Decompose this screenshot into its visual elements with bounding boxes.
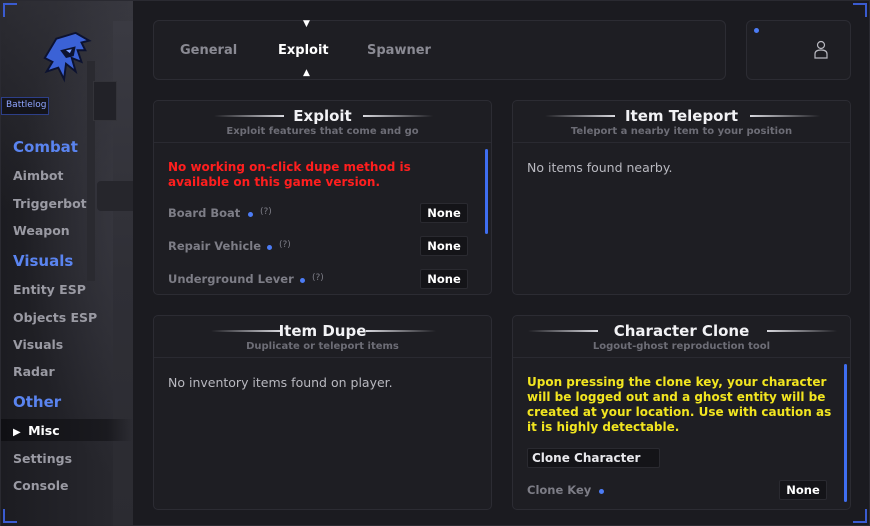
nav-item-objects-esp[interactable]: Objects ESP: [13, 310, 97, 325]
help-icon[interactable]: (?): [279, 240, 291, 250]
scrollbar[interactable]: [485, 149, 488, 234]
panel-subtitle: Teleport a nearby item to your position: [570, 126, 793, 137]
option-label: Underground Lever: [168, 272, 294, 286]
nav-item-entity-esp[interactable]: Entity ESP: [13, 282, 86, 297]
exploit-warning: No working on-click dupe method is avail…: [168, 160, 411, 189]
nav-section-combat: Combat: [13, 138, 78, 156]
tab-spawner[interactable]: Spawner: [367, 43, 431, 58]
option-dot: [599, 489, 604, 494]
brand-tag: Battlelog: [1, 97, 49, 115]
option-repair-vehicle: Repair Vehicle (?) None: [168, 236, 468, 256]
nav-section-other: Other: [13, 393, 62, 411]
nav-item-misc[interactable]: ▶ Misc: [13, 423, 60, 438]
empty-message: No inventory items found on player.: [168, 375, 393, 390]
option-label: Repair Vehicle: [168, 239, 262, 253]
option-label: Clone Key: [527, 483, 592, 497]
active-tab-arrow-down-icon: ▼: [303, 19, 310, 29]
item-dupe-panel: Item Dupe Duplicate or teleport items No…: [153, 315, 492, 510]
nav-item-radar[interactable]: Radar: [13, 364, 55, 379]
empty-message: No items found nearby.: [527, 160, 673, 175]
panel-title: Item Teleport: [624, 107, 739, 125]
tab-bar: General Exploit Spawner ▼ ▲: [153, 19, 726, 80]
nav-item-settings[interactable]: Settings: [13, 451, 72, 466]
nav-item-visuals[interactable]: Visuals: [13, 337, 63, 352]
keybind-button[interactable]: None: [779, 480, 827, 500]
corner-decoration: [3, 509, 17, 523]
option-dot: [300, 278, 305, 283]
corner-decoration: [853, 509, 867, 523]
option-dot: [248, 212, 253, 217]
option-dot: [267, 245, 272, 250]
panel-divider: [513, 142, 850, 143]
scrollbar[interactable]: [844, 364, 847, 502]
item-teleport-panel: Item Teleport Teleport a nearby item to …: [512, 100, 851, 295]
corner-decoration: [3, 3, 17, 17]
clone-key-row: Clone Key None: [527, 480, 827, 500]
clone-warning: Upon pressing the clone key, your charac…: [527, 375, 832, 434]
active-marker-icon: ▶: [13, 427, 21, 438]
panel-divider: [154, 357, 491, 358]
help-icon[interactable]: (?): [260, 207, 272, 217]
clone-character-button[interactable]: Clone Character: [527, 448, 660, 468]
keybind-button[interactable]: None: [420, 269, 468, 289]
keybind-button[interactable]: None: [420, 236, 468, 256]
nav-item-triggerbot[interactable]: Triggerbot: [13, 196, 87, 211]
user-box[interactable]: [746, 20, 851, 80]
nav-item-misc-label: Misc: [28, 423, 60, 438]
nav-section-visuals: Visuals: [13, 252, 74, 270]
corner-decoration: [853, 3, 867, 17]
nav-item-weapon[interactable]: Weapon: [13, 223, 70, 238]
panel-title: Character Clone: [613, 322, 750, 340]
active-tab-arrow-up-icon: ▲: [303, 68, 310, 78]
character-clone-panel: Character Clone Logout-ghost reproductio…: [512, 315, 851, 510]
help-icon[interactable]: (?): [312, 273, 324, 283]
sidebar: Battlelog Combat Aimbot Triggerbot Weapo…: [1, 1, 133, 526]
panel-subtitle: Duplicate or teleport items: [246, 341, 399, 352]
tab-general[interactable]: General: [180, 43, 237, 58]
nav-item-console[interactable]: Console: [13, 478, 68, 493]
option-label: Board Boat: [168, 206, 241, 220]
app-window: Battlelog Combat Aimbot Triggerbot Weapo…: [0, 0, 870, 526]
exploit-panel: Exploit Exploit features that come and g…: [153, 100, 492, 295]
panel-title: Exploit: [293, 107, 352, 125]
panel-divider: [154, 142, 491, 143]
keybind-button[interactable]: None: [420, 203, 468, 223]
tab-exploit[interactable]: Exploit: [278, 43, 329, 58]
panel-title: Item Dupe: [278, 322, 367, 340]
option-board-boat: Board Boat (?) None: [168, 203, 468, 223]
panel-divider: [513, 357, 850, 358]
panel-subtitle: Exploit features that come and go: [226, 126, 419, 137]
nav-item-aimbot[interactable]: Aimbot: [13, 168, 64, 183]
option-underground-lever: Underground Lever (?) None: [168, 269, 468, 289]
status-dot: [754, 28, 759, 33]
sidebar-background-vehicle: [97, 181, 133, 211]
user-icon: [814, 40, 828, 59]
sidebar-background-sign: [93, 81, 117, 121]
hooded-figure-logo: [43, 31, 92, 83]
panel-subtitle: Logout-ghost reproduction tool: [592, 341, 771, 352]
